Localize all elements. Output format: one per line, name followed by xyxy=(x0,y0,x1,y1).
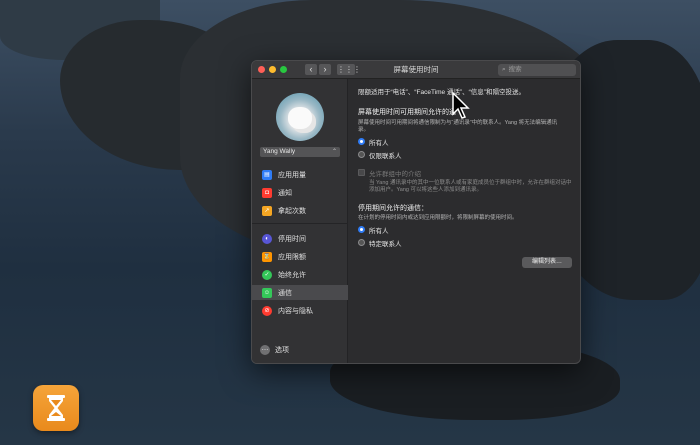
user-selector[interactable]: Yang Wally ⌃ xyxy=(260,147,340,157)
minimize-button[interactable] xyxy=(269,66,276,73)
radio-everyone[interactable]: 所有人 xyxy=(358,137,572,147)
pickup-icon: ↗ xyxy=(262,205,272,216)
radio-unselected-icon xyxy=(358,151,365,158)
sidebar-divider xyxy=(252,223,348,224)
checkbox-icon xyxy=(358,169,365,176)
notification-icon: ◘ xyxy=(262,187,272,198)
checkbox-label: 允许群组中的介绍 xyxy=(369,170,421,178)
radio-selected-icon xyxy=(358,138,365,145)
layers-icon: ▤ xyxy=(262,169,272,180)
section-description: 在计划的停用时间内或达到应用限额时，将限制屏幕的使用时间。 xyxy=(358,214,518,221)
section-description: 录。 xyxy=(358,126,370,133)
sidebar-item-label: 始终允许 xyxy=(278,271,306,279)
search-field[interactable]: ⌕ 搜索 xyxy=(498,64,576,76)
sidebar-item-app-limits[interactable]: ⌛ 应用限额 xyxy=(252,249,348,264)
search-icon: ⌕ xyxy=(502,66,506,73)
sidebar-item-label: 停用时间 xyxy=(278,235,306,243)
sidebar-item-label: 通知 xyxy=(278,189,292,197)
allow-group-intro-checkbox[interactable]: 允许群组中的介绍 xyxy=(358,168,572,178)
radio-label: 特定联系人 xyxy=(369,240,402,248)
edit-list-button[interactable]: 编辑列表… xyxy=(522,257,572,268)
sidebar-item-label: 通信 xyxy=(278,289,292,297)
radio-label: 所有人 xyxy=(369,139,389,147)
group-description: 当 Yang 通讯录中的其中一位联系人或有家庭成员位于群组中时，允许在群组对话中 xyxy=(369,179,572,186)
radio-selected-icon xyxy=(358,226,365,233)
sidebar-item-label: 拿起次数 xyxy=(278,207,306,215)
radio-label: 仅限联系人 xyxy=(369,152,402,160)
user-avatar[interactable] xyxy=(276,93,324,141)
sidebar-item-communication[interactable]: ☺ 通信 xyxy=(252,285,348,300)
section-description: 屏幕使用时间可用期间将通信限制为与“通讯录”中的联系人。Yang 将无法编辑通讯 xyxy=(358,119,558,126)
zoom-button[interactable] xyxy=(280,66,287,73)
search-placeholder: 搜索 xyxy=(508,66,522,73)
communication-pane: 限额适用于“电话”、“FaceTime 通话”、“信息”和隔空投送。 屏幕使用时… xyxy=(349,79,580,363)
sidebar-item-pickups[interactable]: ↗ 拿起次数 xyxy=(252,203,348,218)
radio-unselected-icon xyxy=(358,239,365,246)
options-button[interactable]: … 选项 xyxy=(260,345,289,355)
section-title-allowed-during-downtime: 停用期间允许的通信： xyxy=(358,204,428,212)
radio-specific-contacts[interactable]: 特定联系人 xyxy=(358,238,572,248)
sidebar-item-label: 内容与隐私 xyxy=(278,307,313,315)
user-name: Yang Wally xyxy=(263,148,296,155)
close-button[interactable] xyxy=(258,66,265,73)
radio-label: 所有人 xyxy=(369,227,389,235)
screen-time-app-icon[interactable] xyxy=(33,385,79,431)
radio-contacts-only[interactable]: 仅限联系人 xyxy=(358,150,572,160)
restriction-icon: ⊘ xyxy=(262,305,272,316)
ellipsis-icon: … xyxy=(260,345,270,355)
screen-time-window: ‹ › ⋮⋮⋮ 屏幕使用时间 ⌕ 搜索 Yang Wally ⌃ ▤ 应用用量 ◘… xyxy=(251,60,581,364)
sidebar-item-notifications[interactable]: ◘ 通知 xyxy=(252,185,348,200)
sidebar-item-label: 应用限额 xyxy=(278,253,306,261)
communication-icon: ☺ xyxy=(262,287,272,298)
radio-everyone-downtime[interactable]: 所有人 xyxy=(358,225,572,235)
downtime-icon: ◐ xyxy=(262,233,272,244)
title-bar: ‹ › ⋮⋮⋮ 屏幕使用时间 ⌕ 搜索 xyxy=(252,61,580,79)
show-all-grid-icon[interactable]: ⋮⋮⋮ xyxy=(337,64,361,75)
hourglass-icon xyxy=(47,395,65,421)
back-button[interactable]: ‹ xyxy=(305,64,317,75)
options-label: 选项 xyxy=(275,347,289,354)
group-description: 添加用户。Yang 可以将这些人添加到通讯录。 xyxy=(369,186,482,193)
sidebar-item-label: 应用用量 xyxy=(278,171,306,179)
sidebar-item-always-allowed[interactable]: ✓ 始终允许 xyxy=(252,267,348,282)
mouse-pointer-icon xyxy=(452,92,470,119)
hourglass-icon: ⌛ xyxy=(262,251,272,262)
sidebar-item-content-privacy[interactable]: ⊘ 内容与隐私 xyxy=(252,303,348,318)
sidebar-item-downtime[interactable]: ◐ 停用时间 xyxy=(252,231,348,246)
chevron-updown-icon: ⌃ xyxy=(331,149,337,155)
sidebar: Yang Wally ⌃ ▤ 应用用量 ◘ 通知 ↗ 拿起次数 ◐ 停用时间 ⌛… xyxy=(252,79,348,363)
checkmark-icon: ✓ xyxy=(262,269,272,280)
sidebar-item-app-usage[interactable]: ▤ 应用用量 xyxy=(252,167,348,182)
forward-button[interactable]: › xyxy=(319,64,331,75)
